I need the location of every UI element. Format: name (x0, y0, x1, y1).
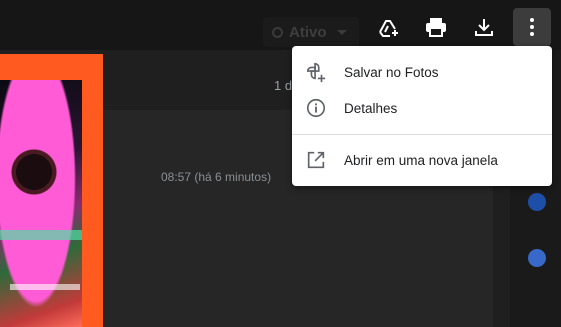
chevron-down-icon (336, 29, 347, 35)
tasks-icon[interactable] (528, 193, 546, 211)
add-to-drive-button[interactable] (369, 8, 407, 46)
photos-add-icon (304, 60, 328, 84)
open-in-new-icon (304, 148, 328, 172)
image-stripe (0, 230, 82, 240)
contacts-icon[interactable] (528, 249, 546, 267)
more-vert-icon (530, 18, 534, 36)
info-icon (304, 96, 328, 120)
print-button[interactable] (417, 8, 455, 46)
status-dot-icon (272, 26, 283, 38)
print-icon (426, 18, 446, 37)
menu-item-label: Salvar no Fotos (344, 64, 439, 80)
download-button[interactable] (465, 8, 503, 46)
message-header-text: 1 d (274, 78, 293, 93)
menu-item-open-new-window[interactable]: Abrir em uma nova janela (292, 142, 552, 178)
more-options-button[interactable] (513, 8, 551, 46)
status-label: Ativo (289, 23, 327, 41)
menu-item-details[interactable]: Detalhes (292, 90, 552, 126)
image-stripe (10, 284, 80, 290)
download-icon (475, 19, 493, 36)
more-options-menu: Salvar no Fotos Detalhes Abrir em uma no… (292, 46, 552, 186)
menu-item-save-to-photos[interactable]: Salvar no Fotos (292, 54, 552, 90)
top-toolbar: Ativo (0, 0, 561, 50)
message-timestamp: 08:57 (há 6 minutos) (161, 170, 272, 184)
status-dropdown[interactable]: Ativo (263, 17, 359, 47)
menu-divider (292, 134, 552, 135)
menu-item-label: Detalhes (344, 100, 398, 116)
menu-item-label: Abrir em uma nova janela (344, 152, 498, 168)
add-to-drive-icon (379, 20, 398, 37)
attachment-image-preview[interactable] (0, 54, 103, 327)
